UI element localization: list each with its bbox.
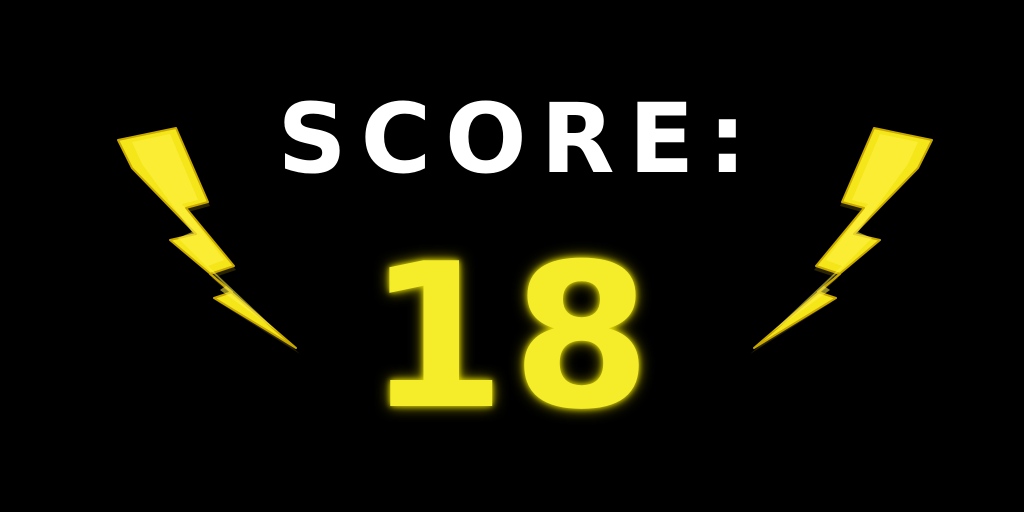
score-label: SCORE: bbox=[277, 83, 761, 195]
score-value: 18 bbox=[366, 221, 658, 454]
score-screen: SCORE: 18 bbox=[0, 0, 1024, 512]
